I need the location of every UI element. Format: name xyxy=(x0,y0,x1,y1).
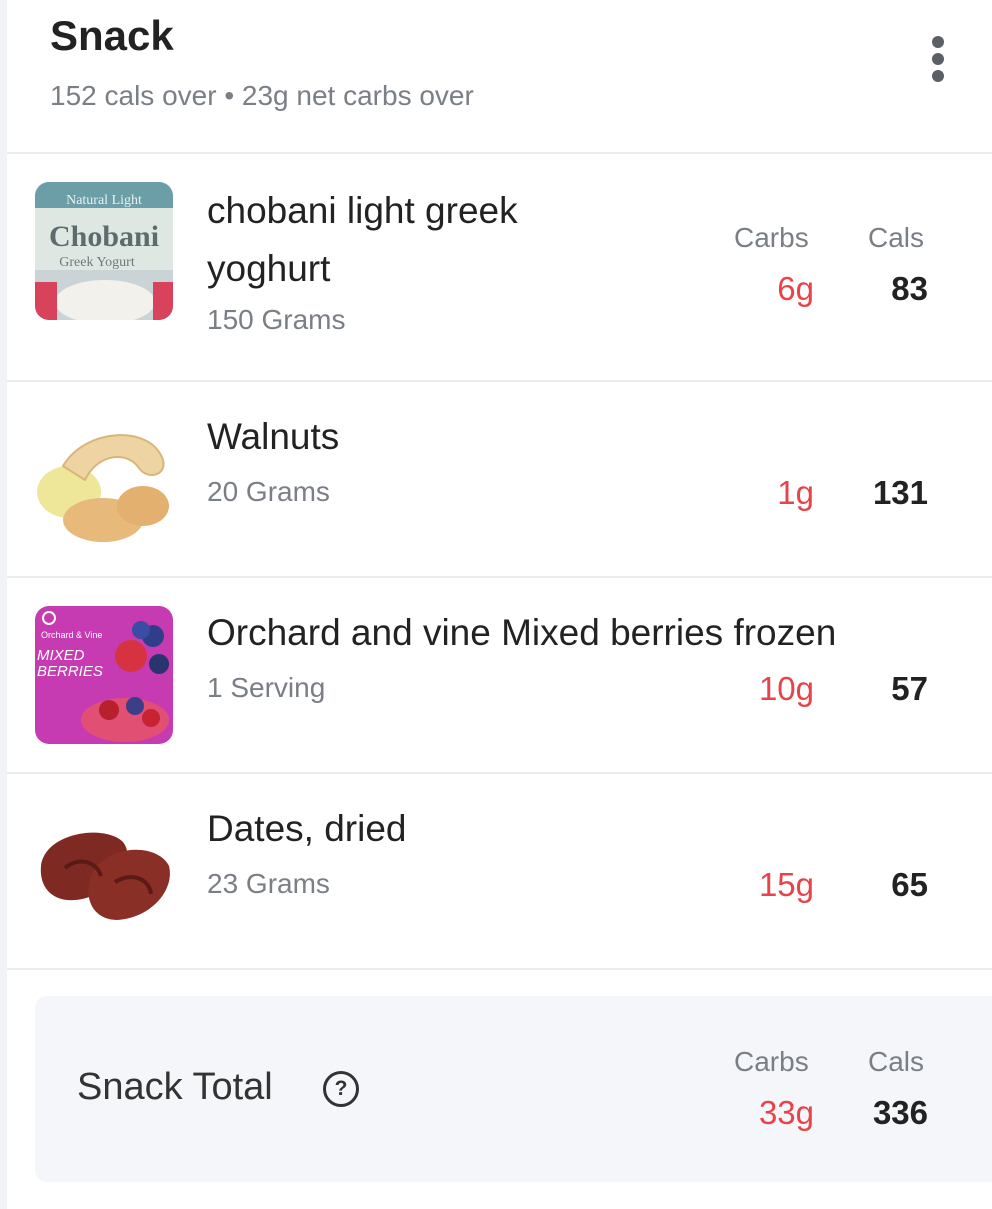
svg-text:Natural Light: Natural Light xyxy=(66,193,142,208)
divider xyxy=(7,968,992,970)
food-quantity: 20 Grams xyxy=(207,476,330,507)
food-quantity: 23 Grams xyxy=(207,868,330,899)
food-name: Dates, dried xyxy=(207,808,407,849)
dates-image xyxy=(35,802,173,940)
svg-text:Greek Yogurt: Greek Yogurt xyxy=(59,255,135,270)
cals-value: 65 xyxy=(891,866,928,903)
snack-total-label: Snack Total xyxy=(77,1066,273,1108)
total-cals-value: 336 xyxy=(872,1094,928,1131)
svg-text:BERRIES: BERRIES xyxy=(37,663,103,680)
help-circle-icon[interactable]: ? xyxy=(323,1071,359,1107)
svg-text:MIXED: MIXED xyxy=(37,647,85,664)
meal-header: Snack 152 cals over • 23g net carbs over xyxy=(50,8,992,148)
cals-value: 131 xyxy=(872,474,928,511)
food-name: Orchard and vine Mixed berries frozen xyxy=(207,612,837,653)
svg-text:Chobani: Chobani xyxy=(49,220,159,253)
left-edge xyxy=(0,0,7,1209)
food-row-walnuts[interactable]: Walnuts 20 Grams 1g 131 xyxy=(7,382,992,576)
chobani-yogurt-image: Natural Light Chobani Greek Yogurt xyxy=(35,182,173,320)
food-row-mixed-berries[interactable]: Orchard & Vine MIXED BERRIES Orchard and… xyxy=(7,578,992,772)
cals-header: Cals xyxy=(868,222,925,253)
nuts-image xyxy=(35,410,173,548)
food-quantity: 1 Serving xyxy=(207,672,326,703)
meal-title: Snack xyxy=(50,12,174,59)
svg-text:Orchard & Vine: Orchard & Vine xyxy=(41,630,102,640)
food-name: Walnuts xyxy=(207,416,340,457)
cals-header: Cals xyxy=(868,1046,925,1077)
more-vertical-icon[interactable] xyxy=(926,36,950,82)
mixed-berries-image: Orchard & Vine MIXED BERRIES xyxy=(35,606,173,744)
food-name: chobani light greek yoghurt xyxy=(207,190,518,289)
cals-value: 57 xyxy=(891,670,928,707)
carbs-header: Carbs xyxy=(734,1046,809,1077)
food-row-chobani[interactable]: Natural Light Chobani Greek Yogurt choba… xyxy=(7,154,992,380)
food-row-dates[interactable]: Dates, dried 23 Grams 15g 65 xyxy=(7,774,992,968)
meal-summary: 152 cals over • 23g net carbs over xyxy=(50,80,474,111)
cals-value: 83 xyxy=(891,270,928,307)
carbs-header: Carbs xyxy=(734,222,809,253)
snack-total-card: Snack Total ? Carbs Cals 33g 336 xyxy=(35,996,992,1182)
food-quantity: 150 Grams xyxy=(207,304,346,335)
